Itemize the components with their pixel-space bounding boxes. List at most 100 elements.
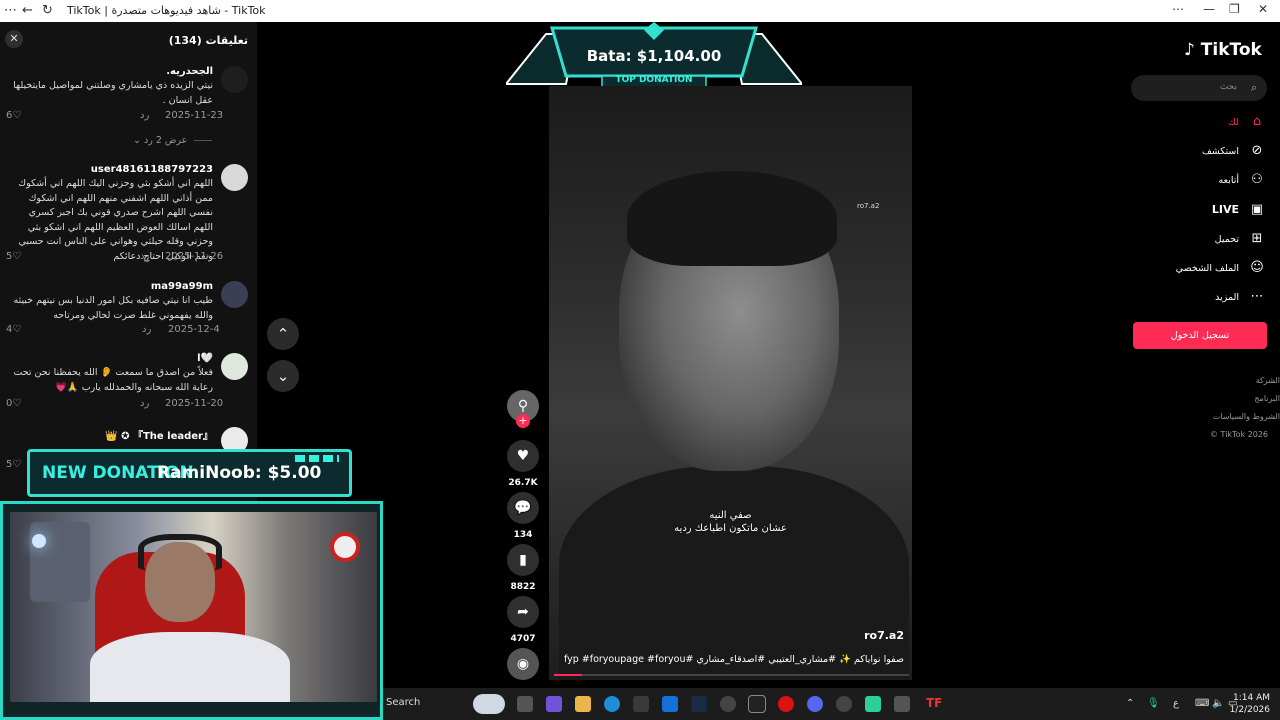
close-comments-button[interactable]: ✕ [5, 30, 23, 48]
outlook-icon[interactable] [662, 696, 678, 712]
new-donation-name: RamiNoob: $5.00 [157, 463, 322, 483]
comment-username[interactable]: user48161188797223 [91, 164, 213, 175]
share-count: 4707 [510, 634, 536, 644]
tiktok-logo[interactable]: ♪ TikTok [1184, 40, 1262, 60]
music-disc-icon[interactable]: ◉ [507, 648, 539, 680]
taskbar-widget[interactable] [473, 694, 505, 714]
reply-link[interactable]: رد [140, 110, 149, 121]
video-caption: صفوا نواياكم ✨ #مشاري_العتيبي #اصدقاء_مش… [563, 654, 904, 665]
app-4k-icon[interactable] [720, 696, 736, 712]
app-tf-icon[interactable]: TF [926, 696, 942, 712]
video-player[interactable]: ro7.a2 صفي النيه عشان ماتكون اطباعك رديه… [549, 86, 912, 680]
comment-username[interactable]: 『The leader』 ✪ 👑 [105, 427, 213, 442]
maximize-icon[interactable]: ❐ [1229, 2, 1240, 16]
follow-plus-icon[interactable]: + [516, 414, 530, 428]
file-explorer-icon[interactable] [575, 696, 591, 712]
heart-icon: ♡ [12, 459, 22, 470]
tray-chevron-icon[interactable]: ⌃ [1126, 698, 1134, 709]
close-window-icon[interactable]: ✕ [1258, 2, 1268, 16]
heart-icon: ♡ [12, 324, 22, 335]
avatar[interactable] [221, 353, 248, 380]
comment-date: 2025-11-26 [165, 251, 224, 262]
comments-header: ✕ تعليقات (134) [0, 22, 257, 56]
more-options-icon[interactable]: ⋯ [1172, 2, 1184, 16]
view-replies-link[interactable]: ⌄ عرض 2 رد [133, 135, 213, 146]
footer-company-link[interactable]: الشركة [1256, 376, 1280, 385]
app-green-icon[interactable] [865, 696, 881, 712]
video-person-body [559, 466, 909, 680]
language-indicator[interactable]: ع [1173, 698, 1179, 709]
search-input[interactable]: بحث ⌕ [1131, 75, 1267, 101]
window-title: TikTok | شاهد فيديوهات متصدرة - TikTok [67, 4, 266, 17]
sidebar-item-live[interactable]: ▣ LIVE [1136, 202, 1266, 222]
video-author[interactable]: ro7.a2 [864, 629, 904, 642]
video-progress-bar[interactable] [554, 674, 909, 676]
app-gray-icon[interactable] [894, 696, 910, 712]
comment-date: 2025-11-20 [165, 398, 224, 409]
like-count[interactable]: 6♡ [6, 110, 21, 121]
reply-link[interactable]: رد [142, 324, 151, 335]
comment-button[interactable]: 💬 134 [506, 492, 540, 540]
taskbar-search[interactable]: Search [386, 697, 420, 708]
footer-program-link[interactable]: البرنامج [1254, 394, 1280, 403]
obs-icon[interactable] [836, 696, 852, 712]
reply-link[interactable]: رد [140, 251, 149, 262]
avatar[interactable] [221, 281, 248, 308]
avatar[interactable] [221, 66, 248, 93]
comment-username[interactable]: ma99a99m [151, 281, 213, 292]
clock-time: 1:14 AM [1233, 693, 1270, 703]
share-icon[interactable]: ➦ [507, 596, 539, 628]
comment-icon[interactable]: 💬 [507, 492, 539, 524]
heart-icon: ♡ [12, 251, 22, 262]
microphone-icon[interactable]: 🎙 [1147, 698, 1160, 709]
like-count[interactable]: 5♡ [6, 251, 21, 262]
comment-username[interactable]: الجحدريه. [166, 66, 213, 77]
sidebar-item-profile[interactable]: ☺ الملف الشخصي [1136, 260, 1266, 280]
music-disc-button[interactable]: ◉ [506, 648, 540, 680]
save-button[interactable]: ▮ 8822 [506, 544, 540, 592]
video-subtitle-line1: صفي النيه [709, 510, 752, 521]
store-icon[interactable] [633, 696, 649, 712]
like-button[interactable]: ♥ 26.7K [506, 440, 540, 488]
network-icon[interactable]: ⌨ [1195, 698, 1209, 709]
task-view-icon[interactable] [517, 696, 533, 712]
share-button[interactable]: ➦ 4707 [506, 596, 540, 644]
app-menu-icon[interactable]: ⋯ [4, 3, 17, 18]
bookmark-icon[interactable]: ▮ [507, 544, 539, 576]
steam-icon[interactable] [691, 696, 707, 712]
sidebar-item-following[interactable]: ⚇ أتابعه [1136, 172, 1266, 192]
tiktok-note-icon: ♪ [1184, 40, 1195, 60]
comment-username[interactable]: 🤍ا [197, 353, 213, 364]
discord-icon[interactable] [807, 696, 823, 712]
copilot-icon[interactable] [546, 696, 562, 712]
opera-icon[interactable] [778, 696, 794, 712]
like-count[interactable]: 4♡ [6, 324, 21, 335]
like-count[interactable]: 0♡ [6, 398, 21, 409]
comments-title: تعليقات (134) [168, 34, 248, 47]
back-icon[interactable]: ← [22, 3, 33, 18]
following-icon: ⚇ [1251, 172, 1263, 187]
sidebar-item-more[interactable]: ⋯ المزيد [1136, 289, 1266, 309]
avatar[interactable] [221, 164, 248, 191]
reload-icon[interactable]: ↻ [42, 3, 53, 18]
heart-icon[interactable]: ♥ [507, 440, 539, 472]
previous-video-button[interactable]: ⌃ [267, 318, 299, 350]
sidebar-item-upload[interactable]: ⊞ تحميل [1136, 231, 1266, 251]
like-count[interactable]: 5♡ [6, 459, 21, 470]
sidebar-item-explore[interactable]: ⊘ استكشف [1136, 143, 1266, 163]
creator-avatar-button[interactable]: ⚲ + [506, 390, 540, 428]
more-icon: ⋯ [1250, 289, 1264, 304]
taskbar-clock[interactable]: 1:14 AM 1/2/2026 [1230, 692, 1270, 716]
footer-terms-link[interactable]: الشروط والسياسات [1213, 412, 1280, 421]
reply-link[interactable]: رد [140, 398, 149, 409]
sidebar-item-for-you[interactable]: ⌂ لك [1136, 114, 1266, 134]
edge-icon[interactable] [604, 696, 620, 712]
tiktok-taskbar-icon[interactable] [748, 695, 766, 713]
volume-icon[interactable]: 🔈 [1212, 698, 1224, 709]
comment-count: 134 [513, 530, 533, 540]
top-donation-label: TOP DONATION [615, 75, 693, 85]
login-button[interactable]: تسجيل الدخول [1133, 322, 1267, 349]
next-video-button[interactable]: ⌄ [267, 360, 299, 392]
clock-date: 1/2/2026 [1229, 705, 1270, 715]
minimize-icon[interactable]: — [1203, 2, 1215, 16]
